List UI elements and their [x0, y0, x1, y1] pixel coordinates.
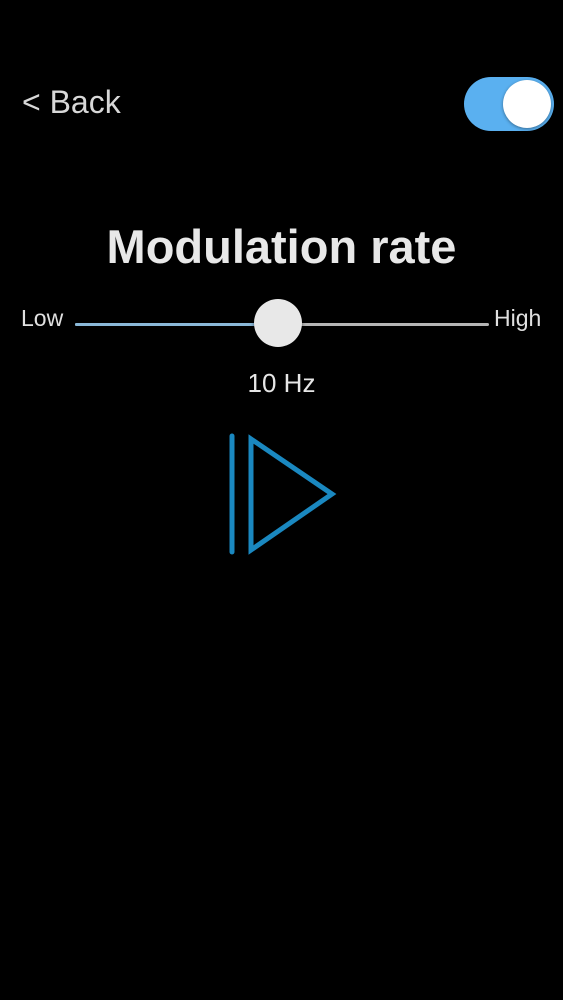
rate-value: 10 Hz [247, 368, 316, 398]
slider-thumb[interactable] [253, 299, 302, 347]
play-button[interactable] [224, 430, 340, 558]
back-button[interactable]: < Back [22, 82, 121, 122]
slider-fill [75, 323, 278, 326]
slider-min-label: Low [21, 305, 64, 331]
slider-max-label: High [494, 305, 542, 331]
toggle-switch[interactable] [464, 77, 554, 131]
modulation-rate-slider[interactable] [75, 299, 489, 349]
page-title: Modulation rate [106, 220, 457, 273]
play-icon [229, 433, 337, 555]
toggle-knob [503, 80, 551, 128]
